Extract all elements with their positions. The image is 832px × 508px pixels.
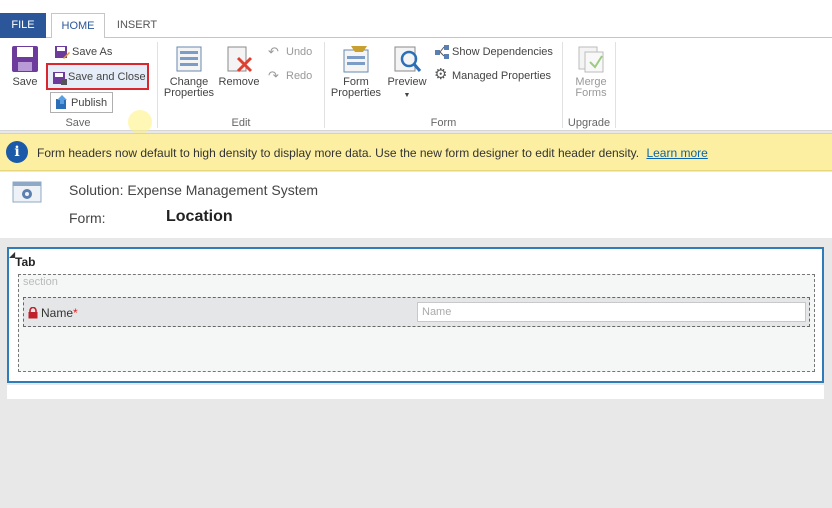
redo-button[interactable]: ↷ Redo bbox=[268, 66, 312, 86]
learn-more-link[interactable]: Learn more bbox=[646, 146, 707, 160]
undo-button[interactable]: ↶ Undo bbox=[268, 42, 312, 62]
publish-label: Publish bbox=[71, 97, 108, 109]
chevron-down-icon: ▼ bbox=[403, 92, 411, 99]
form-properties-button[interactable]: Form Properties bbox=[330, 44, 382, 99]
show-dependencies-button[interactable]: Show Dependencies bbox=[434, 42, 553, 62]
tab-title: Tab bbox=[15, 255, 36, 269]
save-button-label: Save bbox=[12, 76, 38, 88]
remove-button[interactable]: Remove bbox=[218, 44, 260, 88]
tab-footer-strip bbox=[7, 385, 824, 399]
form-name: Location bbox=[166, 208, 233, 225]
merge-forms-label: Merge Forms bbox=[575, 76, 607, 99]
group-divider bbox=[615, 42, 616, 128]
dependencies-icon bbox=[435, 45, 449, 59]
info-message: Form headers now default to high density… bbox=[37, 146, 708, 160]
ribbon: Save Save As Save and Close Publish Save bbox=[0, 38, 832, 134]
publish-button[interactable]: Publish bbox=[50, 92, 114, 113]
save-as-label: Save As bbox=[72, 46, 113, 58]
gear-icon: ⚙ bbox=[434, 66, 448, 83]
form-section[interactable]: section Name* Name bbox=[18, 274, 815, 372]
tab-home[interactable]: HOME bbox=[51, 13, 105, 39]
save-as-button[interactable]: Save As bbox=[54, 42, 112, 62]
form-label: Form: bbox=[69, 210, 106, 226]
managed-properties-button[interactable]: ⚙ Managed Properties bbox=[434, 66, 551, 86]
required-mark: * bbox=[73, 306, 78, 320]
change-properties-label: Change Properties bbox=[163, 76, 215, 99]
preview-icon bbox=[394, 46, 422, 72]
form-entity-icon bbox=[12, 181, 42, 203]
form-properties-icon bbox=[343, 46, 369, 73]
group-divider bbox=[324, 42, 325, 128]
field-label-text: Name bbox=[41, 306, 74, 320]
form-tab[interactable]: ◢ Tab section Name* Name bbox=[7, 247, 824, 383]
form-header: Solution: Expense Management System Form… bbox=[0, 172, 832, 238]
preview-button[interactable]: Preview ▼ bbox=[386, 44, 428, 101]
remove-icon bbox=[227, 46, 253, 73]
save-and-close-icon bbox=[53, 72, 67, 85]
merge-forms-button[interactable]: Merge Forms bbox=[569, 44, 613, 99]
redo-label: Redo bbox=[286, 70, 313, 82]
form-group-label: Form bbox=[430, 117, 457, 129]
section-title: section bbox=[23, 276, 58, 288]
field-label: Name* bbox=[41, 306, 78, 320]
redo-icon: ↷ bbox=[268, 68, 279, 83]
merge-forms-icon bbox=[578, 46, 604, 73]
form-properties-label: Form Properties bbox=[330, 76, 382, 99]
info-bar: i Form headers now default to high densi… bbox=[0, 133, 832, 171]
mouse-cursor-highlight bbox=[128, 110, 152, 134]
info-icon: i bbox=[6, 141, 28, 163]
managed-properties-label: Managed Properties bbox=[452, 70, 552, 82]
floppy-disk-icon bbox=[12, 46, 38, 72]
form-canvas: ◢ Tab section Name* Name bbox=[0, 238, 832, 508]
save-button[interactable]: Save bbox=[8, 44, 42, 88]
save-as-icon bbox=[55, 46, 70, 59]
properties-icon bbox=[176, 46, 202, 72]
group-divider bbox=[157, 42, 158, 128]
save-and-close-label: Save and Close bbox=[68, 71, 146, 83]
undo-label: Undo bbox=[286, 46, 313, 58]
change-properties-button[interactable]: Change Properties bbox=[162, 44, 216, 99]
show-dependencies-label: Show Dependencies bbox=[452, 46, 553, 58]
ribbon-tabstrip: FILE HOME INSERT bbox=[0, 0, 832, 39]
lock-icon bbox=[28, 307, 38, 319]
field-row-name[interactable]: Name* Name bbox=[23, 297, 810, 327]
name-field[interactable]: Name bbox=[417, 302, 806, 322]
publish-icon bbox=[56, 95, 67, 109]
solution-title: Solution: Expense Management System bbox=[69, 182, 319, 198]
tab-file[interactable]: FILE bbox=[0, 13, 46, 38]
remove-label: Remove bbox=[218, 76, 260, 88]
info-message-text: Form headers now default to high density… bbox=[37, 146, 640, 160]
tab-insert[interactable]: INSERT bbox=[111, 13, 163, 38]
group-divider bbox=[562, 42, 563, 128]
save-and-close-button[interactable]: Save and Close bbox=[46, 63, 149, 90]
upgrade-group-label: Upgrade bbox=[567, 117, 611, 129]
edit-group-label: Edit bbox=[231, 117, 251, 129]
undo-icon: ↶ bbox=[268, 44, 279, 59]
preview-label: Preview bbox=[387, 76, 427, 88]
